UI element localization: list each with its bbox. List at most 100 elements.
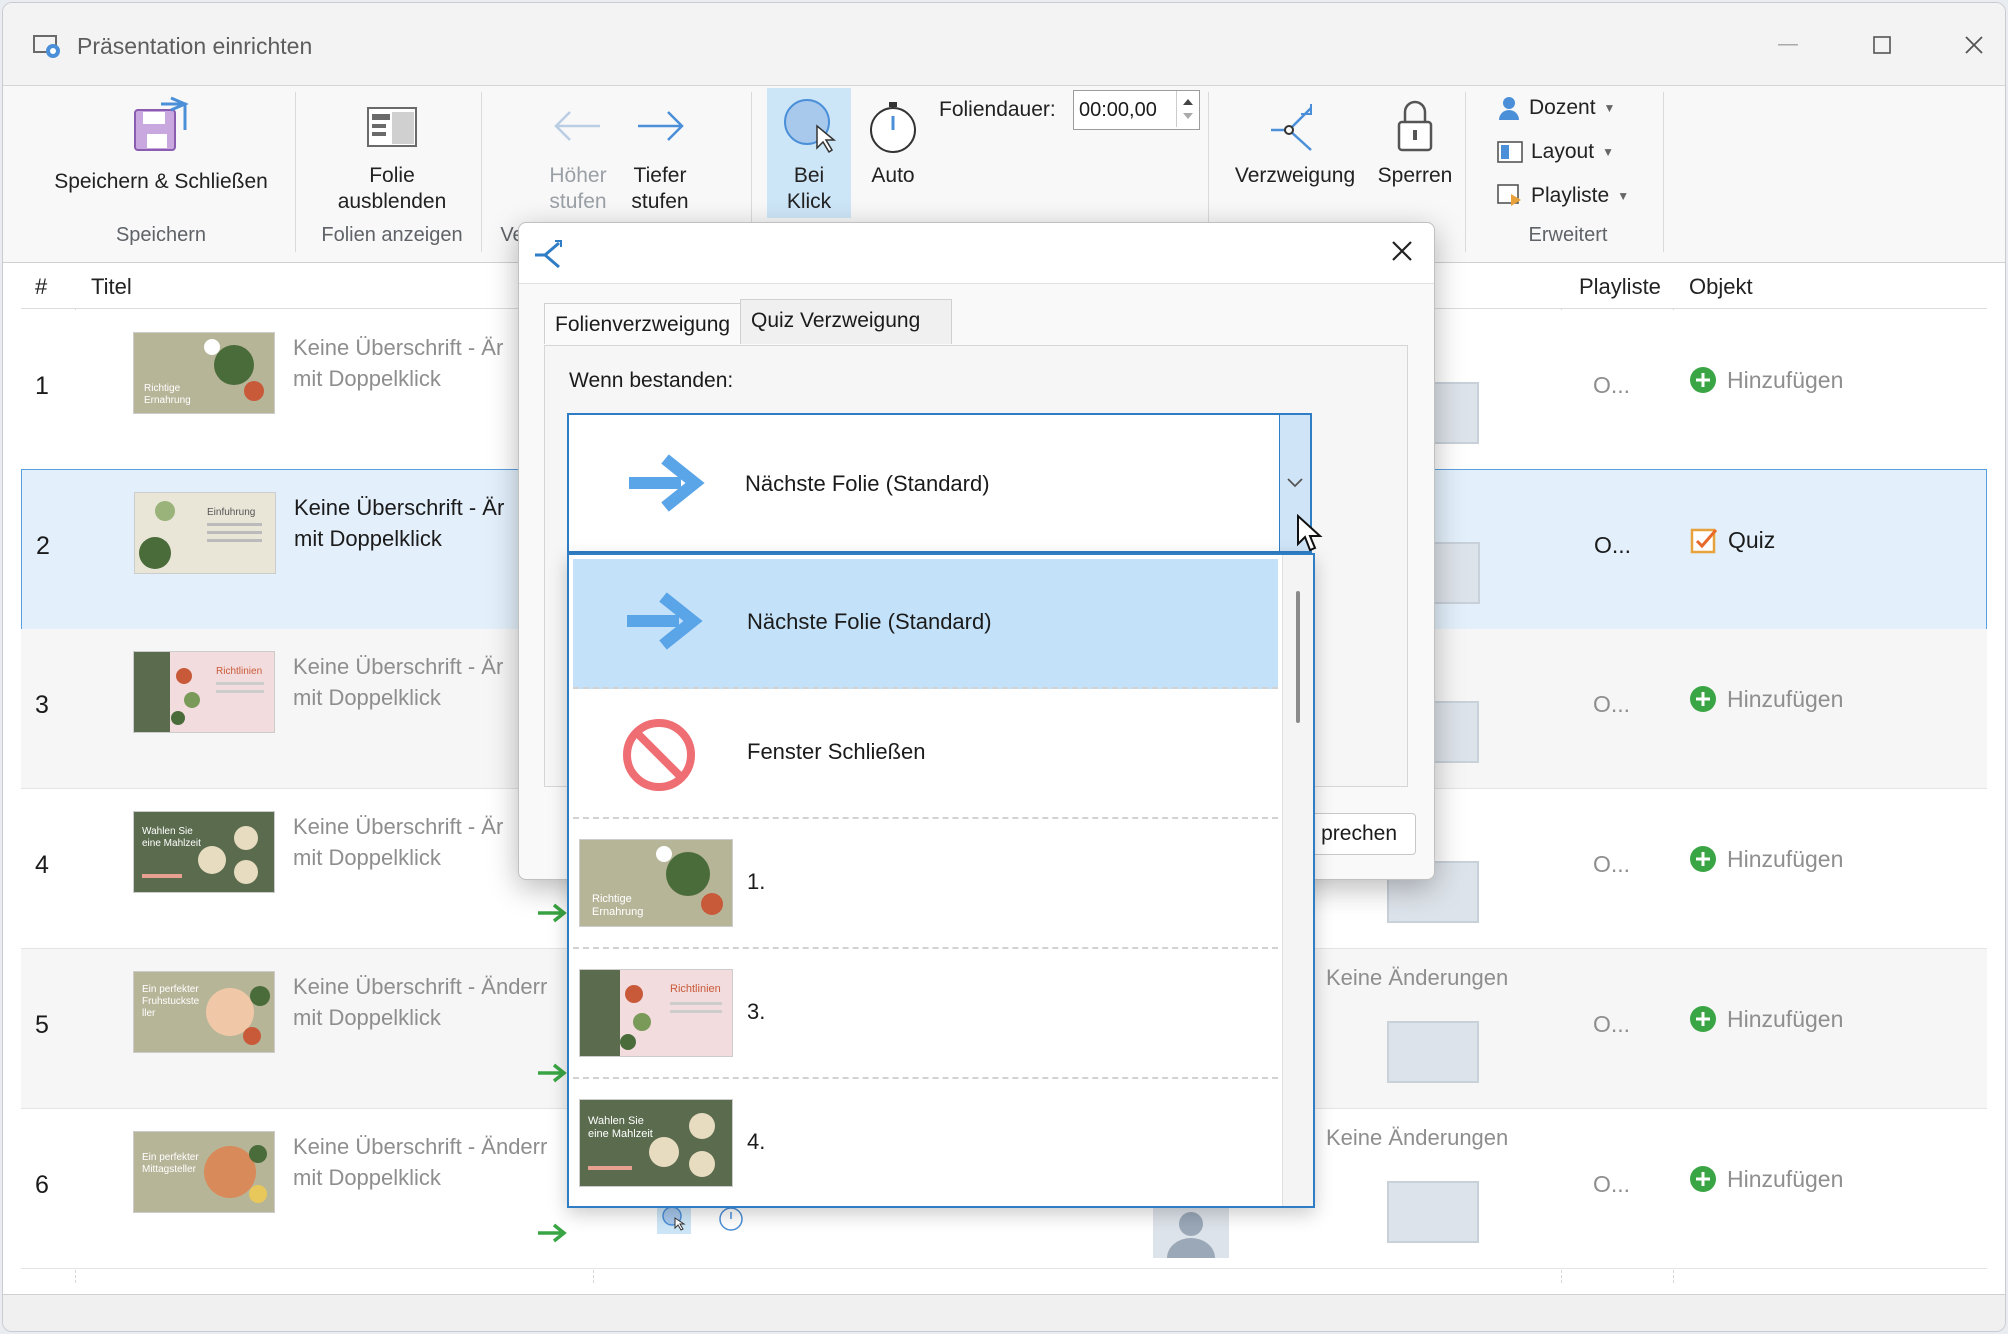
- dialog-header: [519, 223, 1434, 284]
- svg-text:Richtige: Richtige: [592, 893, 632, 905]
- dropdown-scrollbar[interactable]: [1282, 555, 1313, 1206]
- presentation-settings-icon: [33, 33, 65, 66]
- header-object: Objekt: [1689, 274, 1753, 299]
- svg-text:Fruhstuckste: Fruhstuckste: [142, 996, 200, 1007]
- slide-thumbnail: Einfuhrung: [134, 492, 276, 574]
- chevron-down-icon: [1287, 478, 1303, 488]
- row6-timer-icon: [717, 1204, 745, 1237]
- demote-button[interactable]: Tiefer stufen: [615, 96, 705, 215]
- plus-circle-icon: [1690, 1166, 1716, 1192]
- mouse-click-icon: [784, 99, 837, 154]
- dropdown-list: Nächste Folie (Standard) Fenster Schließ…: [567, 553, 1315, 1208]
- svg-text:Wahlen Sie: Wahlen Sie: [588, 1115, 644, 1127]
- svg-text:Richtige: Richtige: [144, 383, 181, 394]
- plus-circle-icon: [1690, 846, 1716, 872]
- layout-thumbnail: [1387, 1181, 1479, 1243]
- slide-thumbnail: Richtlinien: [133, 651, 275, 733]
- chevron-down-icon: ▼: [1602, 145, 1614, 159]
- svg-text:Richtlinien: Richtlinien: [216, 666, 262, 677]
- hide-slide-icon: [367, 107, 417, 147]
- svg-text:Wahlen Sie: Wahlen Sie: [142, 826, 193, 837]
- svg-text:Ein perfekter: Ein perfekter: [142, 984, 199, 995]
- plus-circle-icon: [1690, 686, 1716, 712]
- lock-button[interactable]: Sperren: [1365, 96, 1465, 189]
- green-arrow-icon: [538, 1223, 567, 1243]
- mouse-cursor-icon: [1297, 514, 1323, 552]
- svg-text:Ernahrung: Ernahrung: [592, 906, 643, 918]
- save-close-label: Speichern & Schließen: [54, 170, 268, 193]
- branch-icon: [533, 239, 567, 274]
- option-slide-4[interactable]: Wahlen Sie eine Mahlzeit 4.: [573, 1079, 1278, 1206]
- add-object-button[interactable]: Hinzufügen: [1689, 685, 1843, 713]
- when-passed-select[interactable]: Nächste Folie (Standard): [567, 413, 1312, 553]
- option-slide-1[interactable]: Richtige Ernahrung 1.: [573, 819, 1278, 949]
- option-next-slide[interactable]: Nächste Folie (Standard): [573, 559, 1278, 689]
- duration-label: Foliendauer:: [939, 98, 1056, 121]
- group-label-show: Folien anzeigen: [321, 224, 463, 246]
- minimize-button[interactable]: [1763, 25, 1813, 65]
- slide-thumbnail: Ein perfekter Mittagsteller: [133, 1131, 275, 1213]
- window-title: Präsentation einrichten: [77, 33, 313, 59]
- chevron-down-icon: ▼: [1617, 189, 1630, 203]
- presenter-avatar: [1153, 1208, 1229, 1258]
- when-passed-label: Wenn bestanden:: [569, 369, 734, 392]
- group-label-extended: Erweitert: [1528, 224, 1608, 246]
- arrow-right-icon: [638, 111, 684, 141]
- status-bar: [3, 1294, 2005, 1331]
- plus-circle-icon: [1690, 367, 1716, 393]
- playlist-dropdown[interactable]: Playliste ▼: [1497, 184, 1629, 208]
- slide-thumbnail: Wahlen Sie eine Mahlzeit: [579, 1099, 733, 1187]
- svg-text:Richtlinien: Richtlinien: [670, 983, 721, 995]
- slide-thumbnail: Wahlen Sie eine Mahlzeit: [133, 811, 275, 893]
- svg-text:eine Mahlzeit: eine Mahlzeit: [142, 838, 201, 849]
- close-dialog-button[interactable]: [1388, 237, 1416, 270]
- save-close-button[interactable]: Speichern & Schließen: [41, 96, 281, 195]
- selected-value: Nächste Folie (Standard): [745, 471, 990, 496]
- header-title: Titel: [91, 274, 132, 299]
- add-object-button[interactable]: Hinzufügen: [1689, 1165, 1843, 1193]
- promote-button[interactable]: Höher stufen: [533, 96, 623, 215]
- svg-text:Ein perfekter: Ein perfekter: [142, 1152, 199, 1163]
- branch-button[interactable]: Verzweigung: [1225, 96, 1365, 189]
- no-entry-icon: [621, 717, 697, 798]
- header-playlist: Playliste: [1579, 274, 1661, 299]
- quiz-checkbox-icon: [1690, 528, 1718, 554]
- add-object-button[interactable]: Hinzufügen: [1689, 845, 1843, 873]
- green-arrow-icon: [538, 1063, 567, 1083]
- maximize-button[interactable]: [1857, 25, 1907, 65]
- playlist-icon: [1497, 184, 1521, 206]
- svg-text:Ernahrung: Ernahrung: [144, 395, 191, 406]
- option-close-window[interactable]: Fenster Schließen: [573, 689, 1278, 819]
- add-object-button[interactable]: Hinzufügen: [1689, 366, 1843, 394]
- person-icon: [1499, 97, 1519, 120]
- auto-button[interactable]: Auto: [853, 96, 933, 189]
- green-arrow-icon: [538, 903, 567, 923]
- chevron-down-icon: ▼: [1603, 101, 1616, 115]
- presenter-dropdown[interactable]: Dozent ▼: [1497, 96, 1615, 120]
- arrow-right-icon: [625, 453, 705, 518]
- title-bar: Präsentation einrichten: [3, 3, 2005, 86]
- cancel-button[interactable]: prechen: [1306, 813, 1416, 855]
- plus-circle-icon: [1690, 1006, 1716, 1032]
- quiz-object[interactable]: Quiz: [1690, 526, 1775, 554]
- on-click-button[interactable]: Bei Klick: [767, 88, 851, 218]
- spin-buttons[interactable]: [1176, 91, 1199, 127]
- svg-text:eine Mahlzeit: eine Mahlzeit: [588, 1128, 653, 1140]
- tab-quiz-branch[interactable]: Quiz Verzweigung: [740, 299, 952, 344]
- add-object-button[interactable]: Hinzufügen: [1689, 1005, 1843, 1033]
- hide-slide-button[interactable]: Folie ausblenden: [307, 96, 477, 215]
- close-window-button[interactable]: [1949, 25, 1999, 65]
- stopwatch-icon: [870, 102, 916, 153]
- slide-thumbnail: Richtlinien: [579, 969, 733, 1057]
- tab-slide-branch[interactable]: Folienverzweigung: [544, 303, 756, 344]
- option-slide-3[interactable]: Richtlinien 3.: [573, 949, 1278, 1079]
- duration-input[interactable]: 00:00,00: [1073, 90, 1200, 130]
- slide-thumbnail: Richtige Ernahrung: [579, 839, 733, 927]
- slide-thumbnail: Ein perfekter Fruhstuckste ller: [133, 971, 275, 1053]
- lock-icon: [1397, 100, 1433, 152]
- header-num: #: [35, 274, 48, 299]
- layout-dropdown[interactable]: Layout ▼: [1497, 140, 1614, 164]
- arrow-right-icon: [623, 591, 703, 656]
- slide-thumbnail: Richtige Ernahrung: [133, 332, 275, 414]
- svg-text:Mittagsteller: Mittagsteller: [142, 1164, 197, 1175]
